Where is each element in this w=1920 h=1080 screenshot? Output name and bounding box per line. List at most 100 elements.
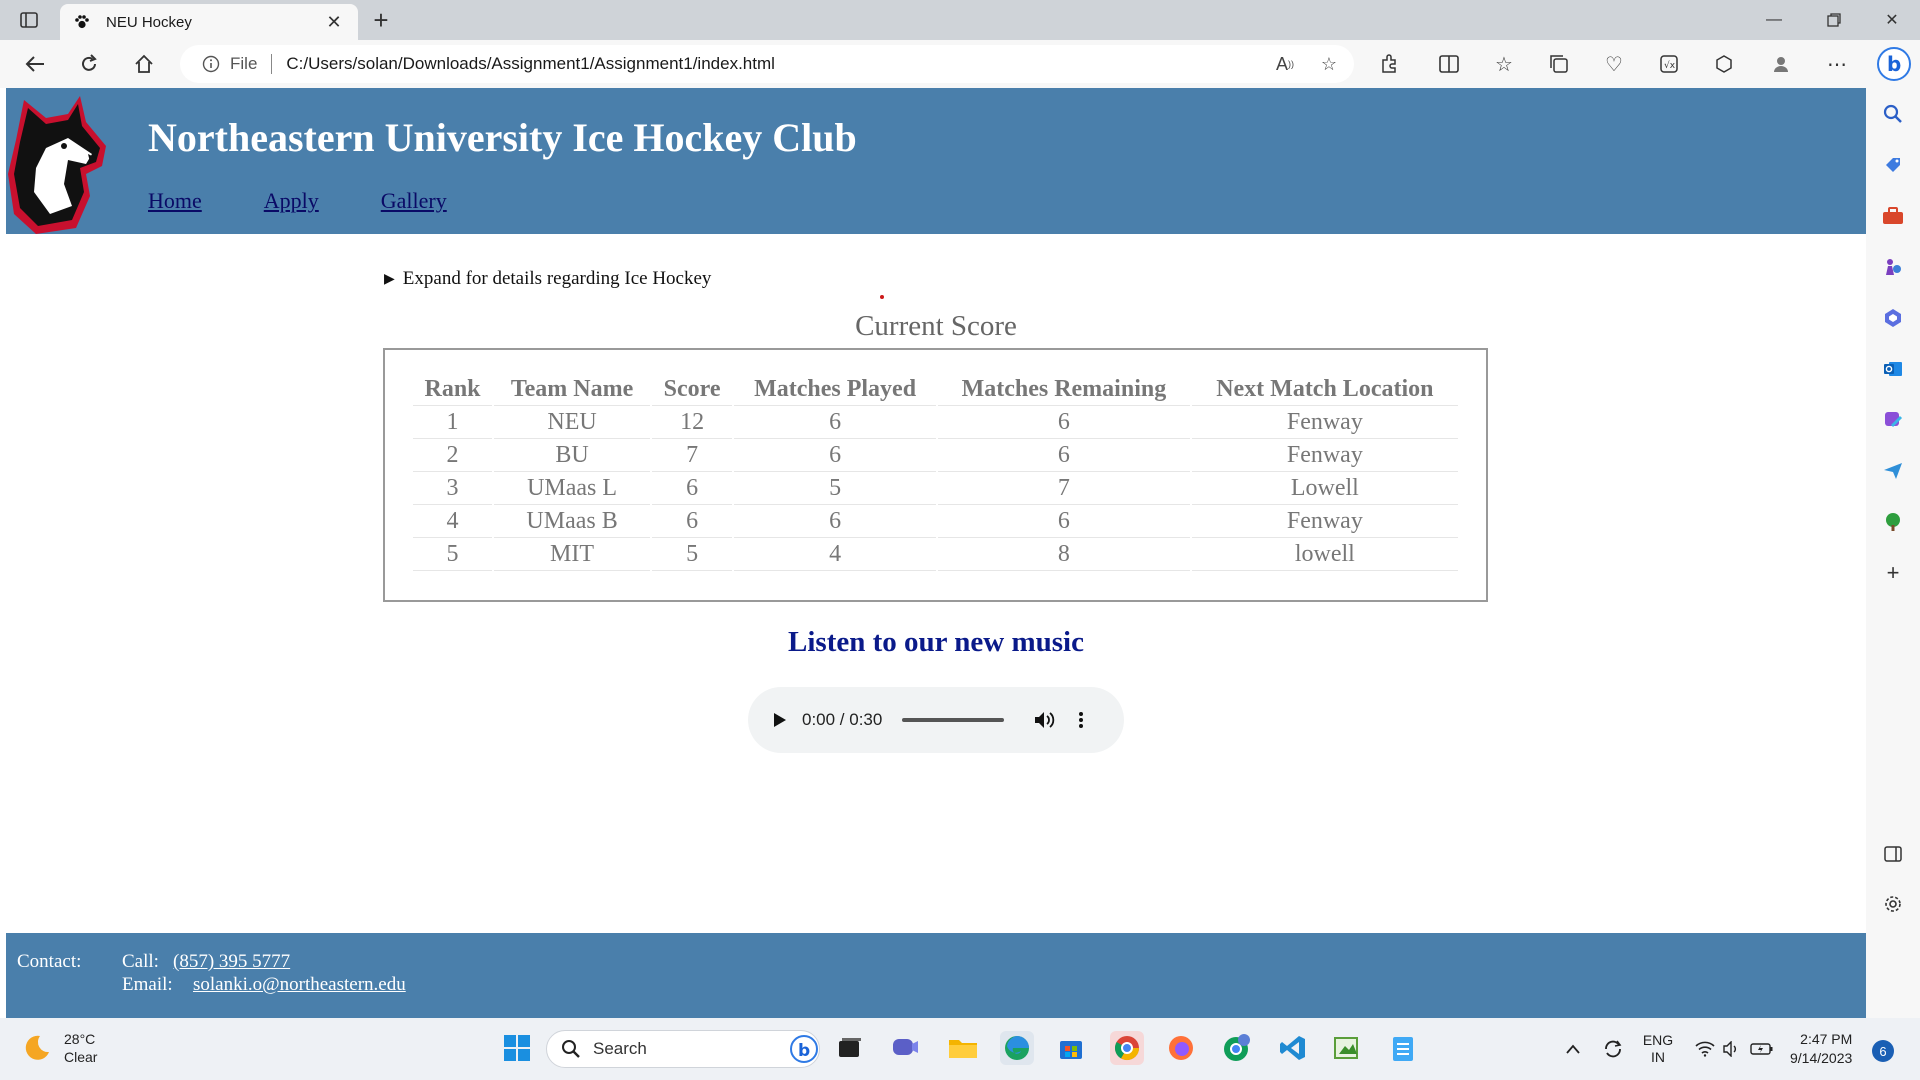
audio-time: 0:00 / 0:30 [802, 710, 883, 729]
sidebar-add-icon[interactable]: + [1881, 560, 1905, 585]
browser-sidebar: + [1866, 88, 1920, 1018]
refresh-icon[interactable] [72, 48, 106, 80]
tab-actions-icon[interactable] [14, 7, 44, 33]
sidebar-designer-icon[interactable] [1881, 408, 1905, 432]
sidebar-office-icon[interactable] [1881, 306, 1905, 330]
sidebar-search-icon[interactable] [1881, 102, 1905, 126]
task-view-icon[interactable] [833, 1031, 867, 1065]
browser-tab-bar: NEU Hockey ✕ + — ✕ [0, 0, 1920, 40]
profile-avatar-icon[interactable] [1764, 48, 1798, 80]
cell-rank: 4 [413, 507, 492, 538]
taskbar-search[interactable]: Search b [546, 1030, 820, 1068]
audio-progress-slider[interactable] [902, 718, 1005, 722]
show-hidden-icons[interactable] [1558, 1018, 1588, 1080]
header-team-name: Team Name [494, 374, 651, 406]
cell-remaining: 8 [938, 540, 1190, 571]
home-icon[interactable] [127, 48, 161, 80]
new-tab-button[interactable]: + [366, 5, 396, 35]
header-next-match-location: Next Match Location [1191, 374, 1458, 406]
browser-tab[interactable]: NEU Hockey ✕ [60, 4, 358, 40]
speaker-icon[interactable] [1720, 1018, 1744, 1080]
cell-team: UMaas L [494, 474, 651, 505]
notification-badge[interactable]: 6 [1872, 1040, 1894, 1062]
teams-chat-icon[interactable] [888, 1031, 922, 1065]
score-table: Rank Team Name Score Matches Played Matc… [411, 372, 1460, 573]
favorites-icon[interactable]: ☆ [1487, 48, 1521, 80]
notepad-icon[interactable] [1386, 1031, 1420, 1065]
chrome-icon[interactable] [1110, 1031, 1144, 1065]
store-icon[interactable] [1054, 1031, 1088, 1065]
red-dot-marker [880, 295, 884, 299]
site-title: Northeastern University Ice Hockey Club [148, 115, 857, 160]
nav-apply-link[interactable]: Apply [264, 188, 319, 214]
chrome-profile-icon[interactable] [1220, 1031, 1254, 1065]
close-tab-icon[interactable]: ✕ [322, 10, 346, 34]
cell-rank: 3 [413, 474, 492, 505]
weather-widget[interactable]: 28°C Clear [22, 1030, 97, 1066]
svg-text:b: b [798, 1041, 810, 1061]
restore-icon[interactable] [1806, 0, 1862, 40]
info-icon[interactable] [200, 53, 222, 75]
wifi-icon[interactable] [1692, 1018, 1718, 1080]
close-window-icon[interactable]: ✕ [1864, 0, 1920, 40]
taskbar-clock[interactable]: 2:47 PM 9/14/2023 [1790, 1030, 1852, 1068]
favorite-star-icon[interactable]: ☆ [1314, 49, 1344, 79]
vscode-icon[interactable] [1276, 1031, 1310, 1065]
table-row: 5 MIT 5 4 8 lowell [413, 540, 1458, 571]
taskbar: 28°C Clear Search b ENG IN 2:47 PM 9/14/… [0, 1018, 1920, 1080]
firefox-icon[interactable] [1164, 1031, 1198, 1065]
math-solver-icon[interactable]: √x [1652, 48, 1686, 80]
sidebar-settings-icon[interactable] [1881, 892, 1905, 916]
sidebar-outlook-icon[interactable] [1881, 357, 1905, 381]
browser-essentials-icon[interactable]: ♡ [1597, 48, 1631, 80]
start-menu-icon[interactable] [500, 1031, 534, 1065]
volume-icon[interactable] [1032, 708, 1058, 732]
read-aloud-icon[interactable]: A)) [1270, 49, 1300, 79]
language-indicator[interactable]: ENG IN [1640, 1018, 1676, 1080]
svg-text:√x: √x [1664, 60, 1676, 71]
cell-score: 12 [652, 408, 733, 439]
sidebar-hide-icon[interactable] [1881, 842, 1905, 866]
sidebar-tools-icon[interactable] [1881, 204, 1905, 228]
more-options-icon[interactable]: ⋯ [1820, 48, 1854, 80]
sidebar-games-icon[interactable] [1881, 255, 1905, 279]
cell-remaining: 7 [938, 474, 1190, 505]
play-icon[interactable] [768, 708, 792, 732]
sidebar-shopping-icon[interactable] [1881, 153, 1905, 177]
performance-icon[interactable] [1707, 48, 1741, 80]
header-rank: Rank [413, 374, 492, 406]
minimize-icon[interactable]: — [1746, 0, 1802, 40]
contact-label: Contact: [17, 951, 82, 972]
audio-player: 0:00 / 0:30 [748, 687, 1124, 753]
cell-played: 4 [734, 540, 937, 571]
file-explorer-icon[interactable] [946, 1031, 980, 1065]
tab-title: NEU Hockey [106, 13, 192, 31]
address-url[interactable]: C:/Users/solan/Downloads/Assignment1/Ass… [286, 54, 775, 74]
details-summary[interactable]: ▶ Expand for details regarding Ice Hocke… [384, 268, 711, 290]
nav-gallery-link[interactable]: Gallery [381, 188, 447, 214]
cell-rank: 5 [413, 540, 492, 571]
husky-logo-icon [6, 88, 116, 234]
paint-app-icon[interactable] [1330, 1031, 1364, 1065]
score-title: Current Score [855, 310, 1017, 342]
collections-icon[interactable] [1542, 48, 1576, 80]
cell-team: MIT [494, 540, 651, 571]
edge-browser-icon[interactable] [1000, 1031, 1034, 1065]
phone-link[interactable]: (857) 395 5777 [173, 951, 290, 973]
sidebar-send-icon[interactable] [1881, 459, 1905, 483]
extensions-icon[interactable] [1372, 48, 1406, 80]
address-separator [271, 54, 273, 74]
copilot-icon[interactable]: b [1874, 44, 1914, 84]
audio-more-options-icon[interactable] [1074, 708, 1088, 732]
nav-home-link[interactable]: Home [148, 188, 202, 214]
sync-icon[interactable] [1596, 1018, 1630, 1080]
language-line1: ENG [1642, 1032, 1674, 1048]
cell-team: UMaas B [494, 507, 651, 538]
email-link[interactable]: solanki.o@northeastern.edu [193, 974, 406, 996]
battery-icon[interactable] [1746, 1018, 1778, 1080]
sidebar-tree-icon[interactable] [1881, 510, 1905, 534]
split-screen-icon[interactable] [1432, 48, 1466, 80]
back-icon[interactable] [18, 48, 52, 80]
site-footer: Contact: Call: (857) 395 5777 Email: sol… [6, 933, 1866, 1018]
address-bar[interactable]: File C:/Users/solan/Downloads/Assignment… [180, 45, 1354, 83]
